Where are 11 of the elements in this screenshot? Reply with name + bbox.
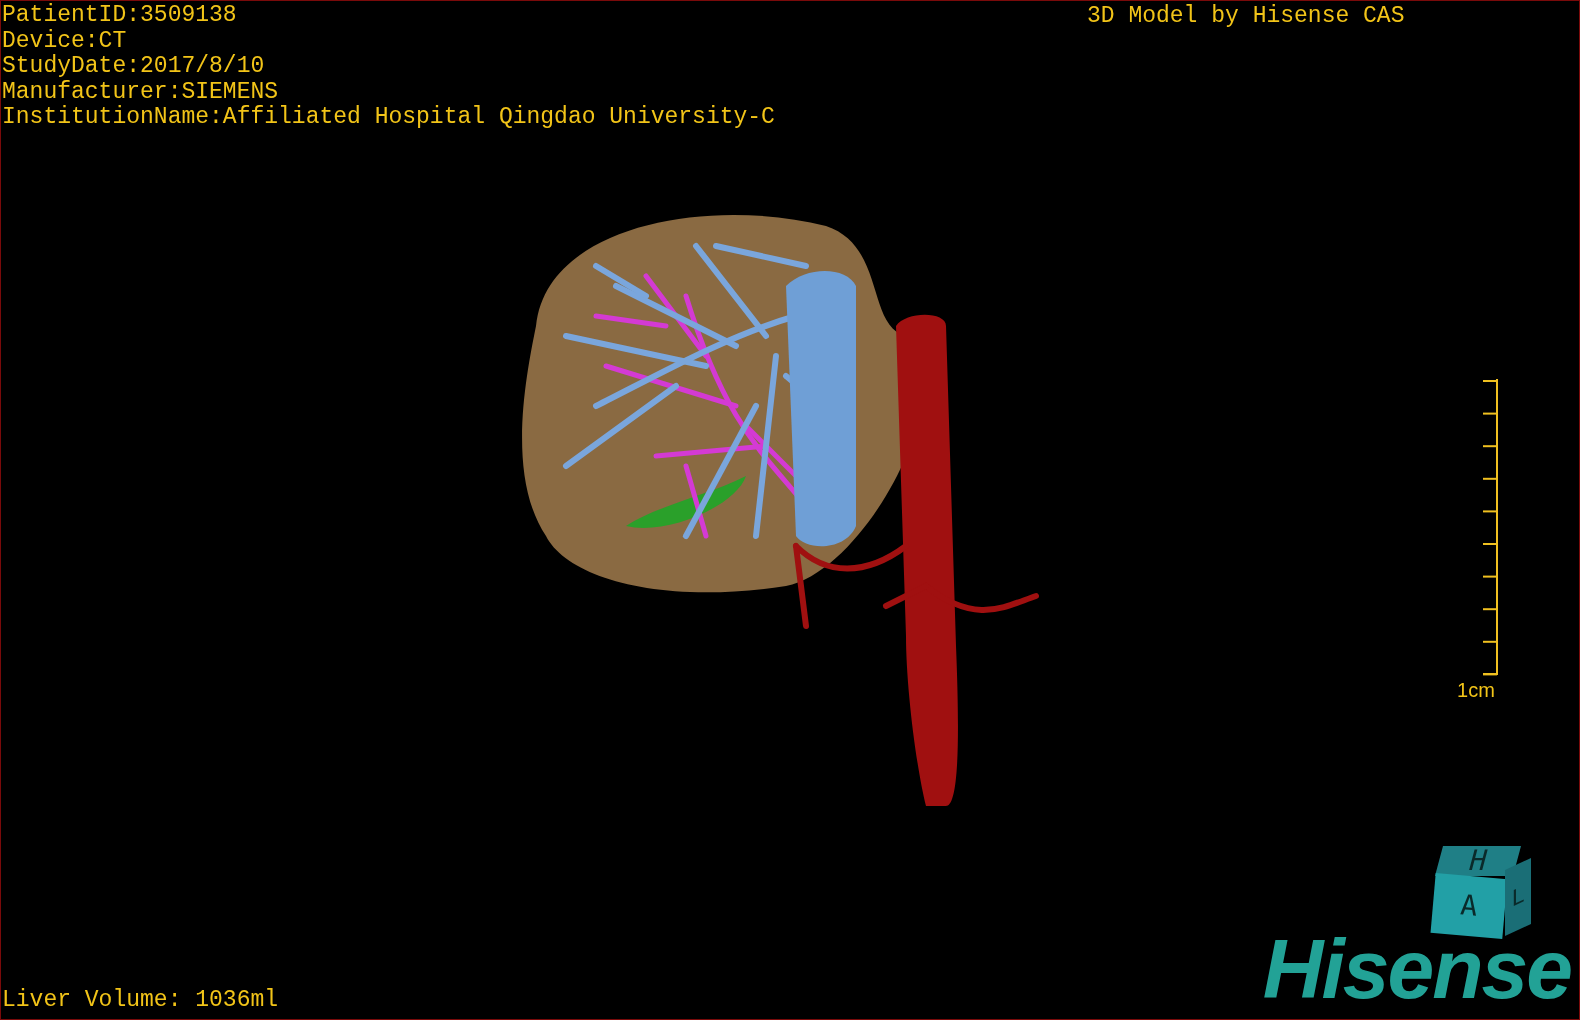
info-text: StudyDate:2017/8/10 [2,54,266,80]
info-text: Device:CT [2,28,128,54]
info-text: PatientID:3509138 [2,3,238,29]
cube-label: H [1465,847,1491,875]
info-text: Manufacturer:SIEMENS [2,79,280,105]
cube-label: A [1459,891,1479,921]
liver-volume-text: Liver Volume: 1036ml [2,987,279,1013]
cube-label: L [1511,882,1525,912]
info-text: InstitutionName:Affiliated Hospital Qingdao University-C [2,105,775,131]
scale-label: 1cm [1457,679,1495,702]
title-text: 3D Model by Hisense CAS [1087,4,1405,30]
